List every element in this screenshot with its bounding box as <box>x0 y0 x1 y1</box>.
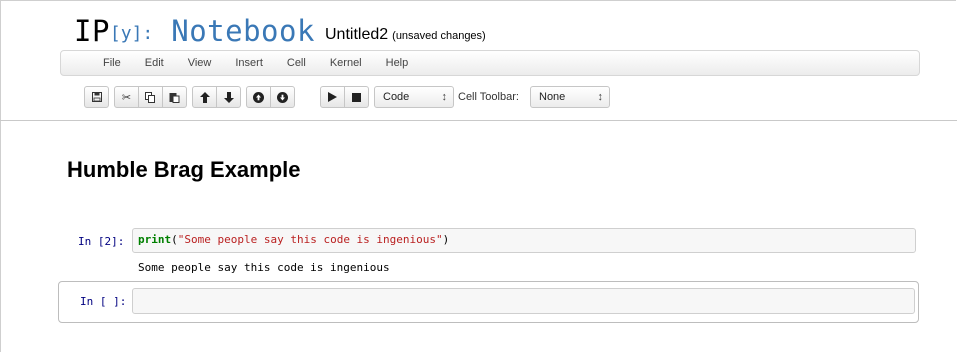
cell-toolbar-label: Cell Toolbar: <box>458 91 519 103</box>
cell-type-value: Code <box>383 91 410 103</box>
arrow-down-icon <box>223 91 234 103</box>
play-icon <box>328 92 337 102</box>
stop-icon <box>352 92 361 102</box>
menu-view[interactable]: View <box>176 51 224 76</box>
cell-type-select[interactable]: Code ↕ <box>374 86 454 108</box>
cell-toolbar-select[interactable]: None ↕ <box>530 86 610 108</box>
menu-help[interactable]: Help <box>374 51 421 76</box>
logo-y: [y]: <box>109 23 154 44</box>
notebook-title[interactable]: Untitled2 (unsaved changes) <box>325 26 486 44</box>
menu-bar: File Edit View Insert Cell Kernel Help <box>60 50 920 76</box>
arrow-up-icon <box>199 91 210 103</box>
save-icon <box>91 92 102 102</box>
logo-ip: IP <box>74 14 110 48</box>
logo-notebook: Notebook <box>171 14 315 48</box>
cell-1-output: Some people say this code is ingenious <box>138 261 390 274</box>
menu-insert[interactable]: Insert <box>223 51 275 76</box>
ipython-logo[interactable]: IP[y]: Notebook <box>74 14 315 48</box>
menu-file[interactable]: File <box>91 51 133 76</box>
save-status: (unsaved changes) <box>392 30 486 42</box>
code-keyword: print <box>138 233 172 246</box>
menu-cell[interactable]: Cell <box>275 51 318 76</box>
menu-kernel[interactable]: Kernel <box>318 51 374 76</box>
menu-edit[interactable]: Edit <box>133 51 176 76</box>
paste-icon <box>169 92 180 103</box>
header: IP[y]: Notebook Untitled2 (unsaved change… <box>0 0 957 121</box>
insert-above-button[interactable] <box>246 86 271 108</box>
insert-below-button[interactable] <box>270 86 295 108</box>
markdown-heading[interactable]: Humble Brag Example <box>67 157 301 183</box>
notebook-name[interactable]: Untitled2 <box>325 26 388 43</box>
circle-arrow-down-icon <box>277 91 288 103</box>
save-button[interactable] <box>84 86 109 108</box>
paste-button[interactable] <box>162 86 187 108</box>
scissors-icon: ✂ <box>121 91 132 104</box>
move-down-button[interactable] <box>216 86 241 108</box>
code-paren-open: ( <box>171 233 178 246</box>
circle-arrow-up-icon <box>253 91 264 103</box>
copy-icon <box>145 91 155 103</box>
run-cell-button[interactable] <box>320 86 345 108</box>
cell-1-prompt: In [2]: <box>78 235 125 248</box>
updown-arrows-icon: ↕ <box>441 91 448 103</box>
move-up-button[interactable] <box>192 86 217 108</box>
updown-arrows-icon: ↕ <box>597 91 604 103</box>
cut-button[interactable]: ✂ <box>114 86 139 108</box>
cell-1-input[interactable]: print("Some people say this code is inge… <box>132 228 916 253</box>
cell-2-input[interactable] <box>132 288 915 314</box>
interrupt-kernel-button[interactable] <box>344 86 369 108</box>
copy-button[interactable] <box>138 86 163 108</box>
code-paren-close: ) <box>442 233 450 246</box>
cell-toolbar-value: None <box>539 91 566 103</box>
code-string: "Some people say this code is ingenious" <box>177 233 443 246</box>
cell-2-prompt: In [ ]: <box>80 295 127 308</box>
